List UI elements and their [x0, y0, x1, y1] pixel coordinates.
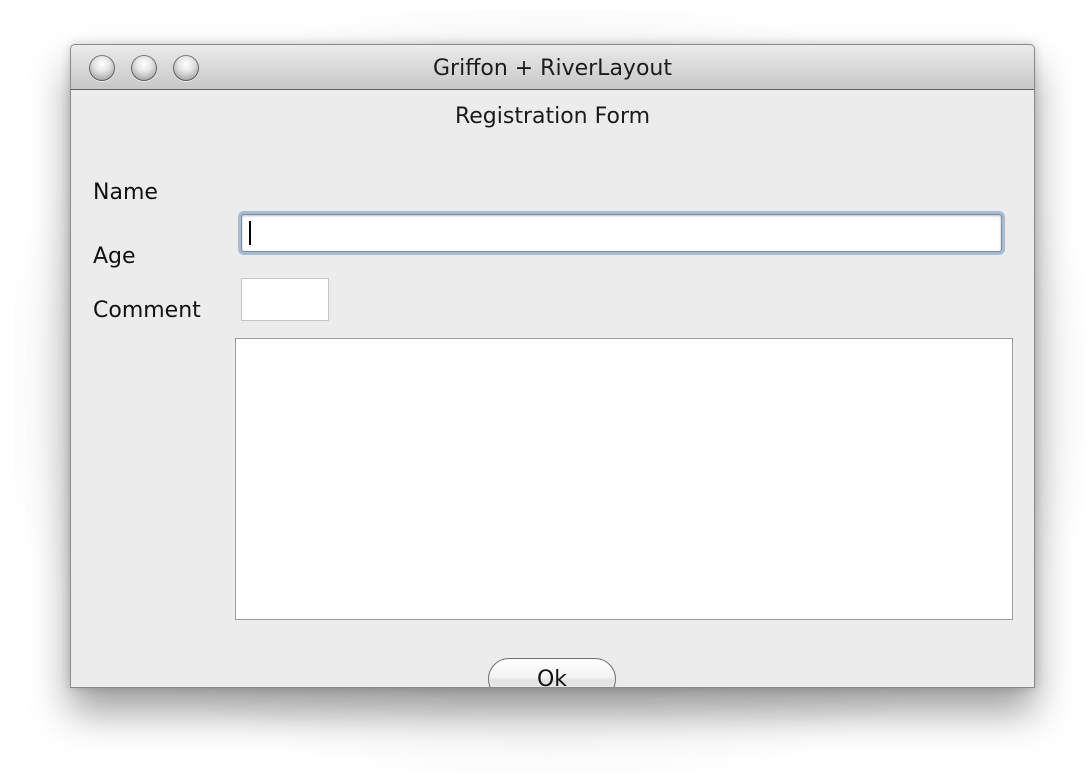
form-title: Registration Form	[454, 104, 651, 129]
text-caret	[249, 221, 251, 245]
screen: Griffon + RiverLayout Registration Form …	[0, 0, 1087, 777]
window-title: Griffon + RiverLayout	[433, 56, 672, 81]
age-label: Age	[93, 244, 136, 269]
app-window: Griffon + RiverLayout Registration Form …	[70, 44, 1035, 688]
form-panel: Registration Form Name Age Comment Ok	[71, 90, 1034, 687]
title-bar[interactable]: Griffon + RiverLayout	[71, 45, 1034, 90]
comment-textarea[interactable]	[235, 338, 1013, 620]
age-input[interactable]	[241, 278, 329, 321]
name-input[interactable]	[241, 214, 1002, 252]
ok-button[interactable]: Ok	[488, 658, 616, 687]
comment-label: Comment	[93, 298, 201, 323]
name-label: Name	[93, 180, 158, 205]
